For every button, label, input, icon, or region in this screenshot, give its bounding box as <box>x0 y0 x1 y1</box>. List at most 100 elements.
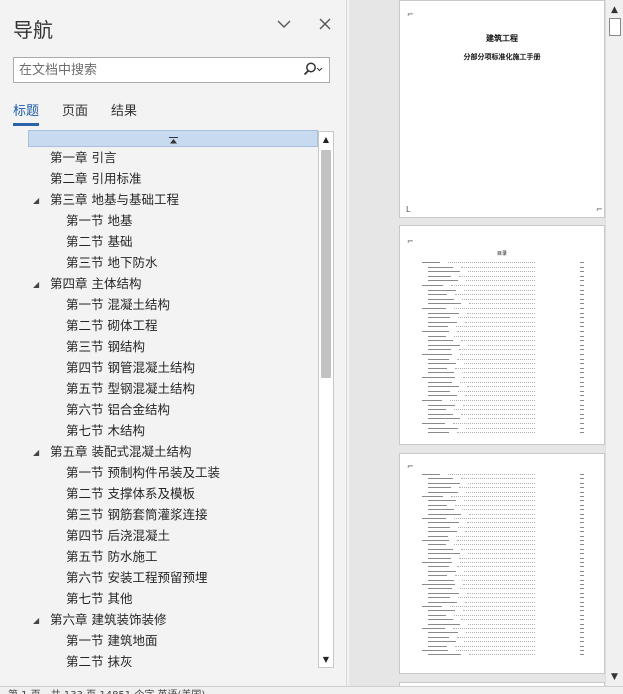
toc-entry-line <box>457 358 535 360</box>
toc-entry-line <box>428 427 458 429</box>
scroll-up-icon[interactable]: ▲ <box>319 132 333 147</box>
tree-item-section[interactable]: 第四节 后浇混凝土 <box>66 525 170 546</box>
chevron-down-icon[interactable] <box>273 13 295 35</box>
corner-mark: ⌐ <box>596 205 603 214</box>
toc-entry-line <box>580 271 584 273</box>
toc-entry-line <box>580 588 584 590</box>
expand-collapse-icon[interactable]: ◢ <box>33 280 39 289</box>
scroll-down-icon[interactable]: ▼ <box>606 668 623 685</box>
toc-entry-line <box>459 275 535 277</box>
toc-entry-line <box>456 650 535 651</box>
toc-entry-line <box>454 409 535 411</box>
document-scrollbar[interactable]: ▲ ▼ <box>605 0 623 686</box>
tree-item-chapter[interactable]: 第二章 引用标准 <box>50 168 141 189</box>
tab-pages[interactable]: 页面 <box>62 100 88 119</box>
toc-entry-line <box>428 280 458 282</box>
tree-item-section[interactable]: 第三节 钢筋套筒灌浆连接 <box>66 504 207 525</box>
tree-item-section[interactable]: 第三节 地下防水 <box>66 252 157 273</box>
page-thumbnail-2[interactable]: ⌐ 目录 <box>399 225 605 445</box>
toc-entry-line <box>428 321 457 323</box>
toc-entry-line <box>451 285 535 286</box>
toc-entry-line <box>459 349 535 351</box>
tree-item-section[interactable]: 第二节 支撑体系及模板 <box>66 483 195 504</box>
toc-entry-line <box>460 381 535 383</box>
tree-item-section[interactable]: 第二节 砌体工程 <box>66 315 157 336</box>
toc-entry-line <box>422 496 443 497</box>
search-input[interactable] <box>19 61 289 79</box>
toc-entry-line <box>422 650 448 651</box>
toc-entry-line <box>428 619 453 621</box>
scroll-thumb[interactable] <box>609 18 621 36</box>
close-icon[interactable] <box>314 13 336 35</box>
toc-entry-line <box>453 423 535 424</box>
scroll-thumb[interactable] <box>321 150 331 378</box>
toc-entry-line <box>422 474 440 475</box>
tree-item-chapter[interactable]: 第一章 引言 <box>50 147 116 168</box>
tree-item-section[interactable]: 第六节 铝合金结构 <box>66 399 170 420</box>
tree-item-section[interactable]: 第四节 钢管混凝土结构 <box>66 357 195 378</box>
toc-entry-line <box>580 548 584 550</box>
toc-entry-line <box>428 557 451 559</box>
tree-item-section[interactable]: 第三节 钢结构 <box>66 336 145 357</box>
expand-collapse-icon[interactable]: ◢ <box>33 448 39 457</box>
toc-entry-line <box>469 654 535 656</box>
toc-entry-line <box>580 294 584 296</box>
tree-item-section[interactable]: 第一节 预制构件吊装及工装 <box>66 462 220 483</box>
toc-entry-line <box>455 294 535 296</box>
search-button[interactable] <box>299 60 327 80</box>
tree-item-section[interactable]: 第六节 安装工程预留预埋 <box>66 567 207 588</box>
corner-mark: ⌐ <box>407 10 414 19</box>
toc-entry-line <box>428 566 449 568</box>
toc-entry-line <box>580 331 584 332</box>
toc-entry-line <box>428 482 460 484</box>
toc-entry-line <box>460 562 535 563</box>
toc-entry-line <box>580 491 584 493</box>
toc-entry-line <box>461 413 535 415</box>
tree-scrollbar[interactable]: ▲ ▼ <box>318 131 334 668</box>
tree-item-section[interactable]: 第一节 建筑地面 <box>66 630 157 651</box>
page-thumbnail-1[interactable]: ⌐ 建筑工程 分部分项标准化施工手册 L ⌐ <box>399 0 605 218</box>
toc-entry-line <box>465 531 535 533</box>
collapse-all-button[interactable] <box>28 130 318 147</box>
tree-item-section[interactable]: 第二节 基础 <box>66 231 132 252</box>
expand-collapse-icon[interactable]: ◢ <box>33 196 39 205</box>
toc-entry-line <box>580 562 584 563</box>
toc-entry-line <box>580 579 584 581</box>
toc-entry-line <box>458 390 535 392</box>
toc-entry-line <box>580 487 584 489</box>
tree-item-chapter[interactable]: 第四章 主体结构 <box>50 273 141 294</box>
tab-headings[interactable]: 标题 <box>13 100 39 119</box>
toc-entry-line <box>580 641 584 643</box>
tree-item-section[interactable]: 第七节 其他 <box>66 588 132 609</box>
toc-entry-line <box>459 487 535 489</box>
tree-item-section[interactable]: 第一节 地基 <box>66 210 132 231</box>
tree-item-chapter[interactable]: 第五章 装配式混凝土结构 <box>50 441 191 462</box>
tree-item-section[interactable]: 第一节 混凝土结构 <box>66 294 170 315</box>
tree-item-section[interactable]: 第五节 防水施工 <box>66 546 157 567</box>
toc-entry-line <box>580 400 584 401</box>
toc-entry-line <box>428 588 452 590</box>
toc-entry-line <box>428 522 459 524</box>
toc-entry-line <box>458 597 535 599</box>
toc-entry-line <box>463 610 535 612</box>
toc-entry-line <box>422 628 445 629</box>
toc-entry-line <box>461 619 535 621</box>
tree-item-section[interactable]: 第二节 抹灰 <box>66 651 132 670</box>
toc-entry-line <box>580 409 584 411</box>
toc-entry-line <box>428 349 451 351</box>
toc-entry-line <box>428 312 459 314</box>
page-thumbnail-3[interactable]: ⌐ <box>399 453 605 674</box>
toc-entry-line <box>580 354 584 355</box>
tab-results[interactable]: 结果 <box>111 100 137 119</box>
toc-entry-line <box>462 509 535 511</box>
expand-collapse-icon[interactable]: ◢ <box>33 616 39 625</box>
scroll-up-icon[interactable]: ▲ <box>606 1 623 18</box>
tree-item-chapter[interactable]: 第六章 建筑装饰装修 <box>50 609 166 630</box>
scroll-down-icon[interactable]: ▼ <box>319 652 333 667</box>
tree-item-section[interactable]: 第七节 木结构 <box>66 420 145 441</box>
tree-item-chapter[interactable]: 第三章 地基与基础工程 <box>50 189 179 210</box>
pane-title: 导航 <box>13 18 53 42</box>
toc-entry-line <box>455 575 535 577</box>
tree-item-section[interactable]: 第五节 型钢混凝土结构 <box>66 378 195 399</box>
toc-entry-line <box>580 592 584 594</box>
